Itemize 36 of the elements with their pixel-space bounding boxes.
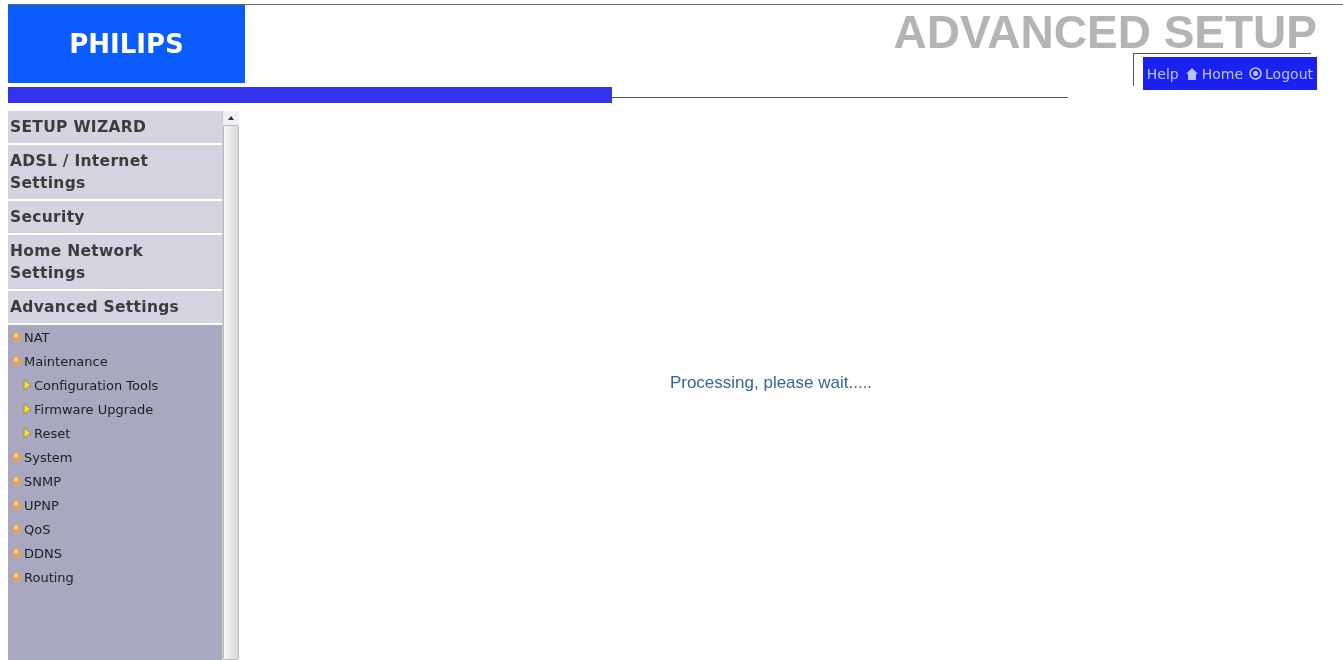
house-icon <box>1184 66 1199 81</box>
menu-item[interactable]: UPNP <box>8 493 222 517</box>
bullet-icon <box>12 500 22 510</box>
triangle-icon <box>22 403 32 415</box>
page-title: ADVANCED SETUP <box>893 7 1317 57</box>
bullet-icon <box>12 452 22 462</box>
menu-section[interactable]: Security <box>8 201 222 235</box>
menu-item[interactable]: QoS <box>8 517 222 541</box>
triangle-icon <box>22 379 32 391</box>
menu-item[interactable]: DDNS <box>8 541 222 565</box>
menu-section[interactable]: Home Network Settings <box>8 235 222 291</box>
menu-item[interactable]: Routing <box>8 565 222 589</box>
menu-item[interactable]: NAT <box>8 325 222 349</box>
menu-item[interactable]: Reset <box>8 421 222 445</box>
header-link[interactable]: Help <box>1146 65 1179 82</box>
menu-item[interactable]: Maintenance <box>8 349 222 373</box>
menu-item[interactable]: SNMP <box>8 469 222 493</box>
scroll-up-arrow-icon[interactable] <box>227 115 235 121</box>
menu-item[interactable]: Firmware Upgrade <box>8 397 222 421</box>
bullet-icon <box>12 332 22 342</box>
menu-section[interactable]: ADSL / Internet Settings <box>8 145 222 201</box>
status-message: Processing, please wait..... <box>669 373 873 393</box>
bullet-icon <box>12 572 22 582</box>
bullet-icon <box>12 356 22 366</box>
logo: PHILIPS <box>8 5 245 83</box>
header-link[interactable]: Home <box>1184 65 1244 82</box>
menu-item[interactable]: System <box>8 445 222 469</box>
bullet-icon <box>12 524 22 534</box>
bullet-icon <box>12 476 22 486</box>
triangle-icon <box>22 427 32 439</box>
power-icon <box>1249 67 1263 80</box>
header-link[interactable]: Logout <box>1249 65 1313 82</box>
menu-section[interactable]: Advanced Settings <box>8 291 222 325</box>
bullet-icon <box>12 548 22 558</box>
menu-section[interactable]: SETUP WIZARD <box>8 111 222 145</box>
menu-item[interactable]: Configuration Tools <box>8 373 222 397</box>
